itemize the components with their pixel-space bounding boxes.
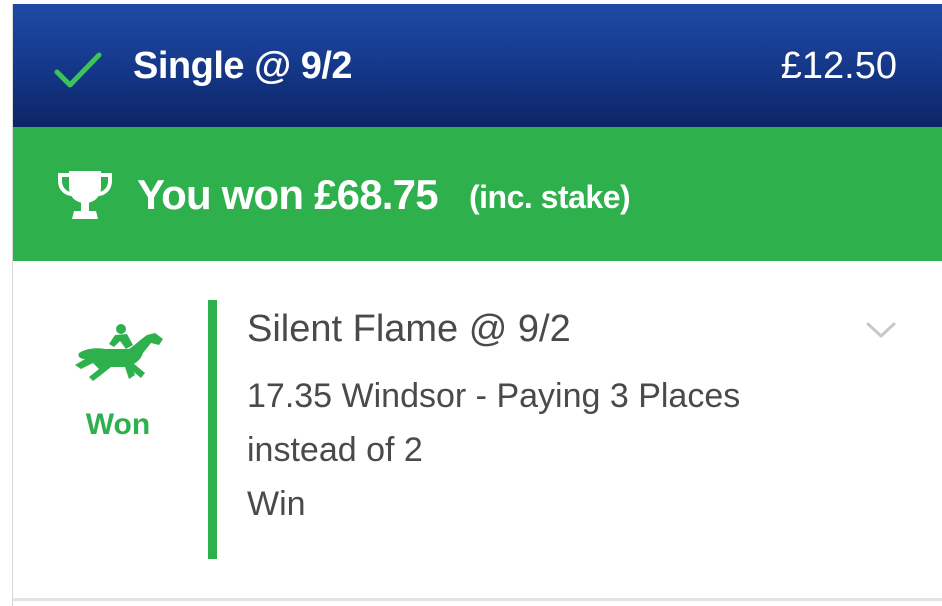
bet-type-label: Single @ 9/2 [133, 45, 353, 87]
horse-racing-icon [75, 324, 163, 381]
race-details: 17.35 Windsor - Paying 3 Places instead … [247, 377, 741, 469]
trophy-icon [58, 171, 112, 219]
market-type: Win [247, 485, 306, 523]
inc-stake-note: (inc. stake) [469, 179, 631, 215]
result-status-bar [208, 300, 217, 559]
runner-name: Silent Flame @ 9/2 [247, 308, 571, 350]
chevron-down-icon[interactable] [865, 319, 897, 341]
bet-card: Single @ 9/2 £12.50 You won £68.75 (inc.… [12, 4, 942, 606]
bet-header: Single @ 9/2 £12.50 [13, 4, 942, 127]
win-amount-text: You won £68.75 [137, 171, 439, 218]
win-banner: You won £68.75 (inc. stake) [13, 127, 942, 261]
stake-amount: £12.50 [780, 45, 897, 87]
divider [13, 598, 942, 601]
selection-row[interactable]: Won Silent Flame @ 9/2 17.35 Windsor - P… [13, 261, 942, 598]
result-status: Won [85, 408, 151, 441]
check-icon [54, 52, 102, 88]
